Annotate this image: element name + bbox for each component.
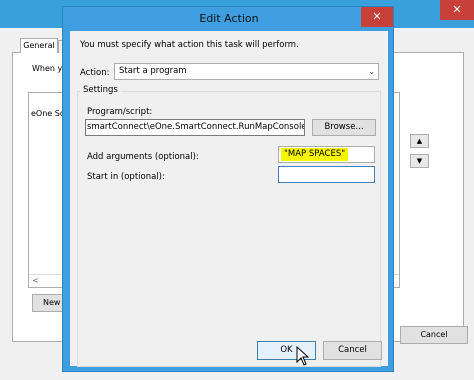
mouse-pointer-icon: [296, 345, 310, 369]
background-cancel-button[interactable]: Cancel: [400, 326, 468, 344]
move-up-icon[interactable]: ▲: [410, 134, 429, 148]
scroll-left-icon[interactable]: <: [29, 275, 42, 287]
add-arguments-input[interactable]: "MAP SPACES": [278, 146, 375, 163]
edit-action-dialog: Edit Action ✕ You must specify what acti…: [62, 6, 394, 372]
dialog-body: You must specify what action this task w…: [70, 31, 388, 367]
program-script-input[interactable]: smartConnect\eOne.SmartConnect.RunMapCon…: [85, 119, 305, 136]
dialog-title: Edit Action: [199, 12, 259, 25]
list-item[interactable]: eOne So: [31, 109, 65, 118]
start-in-input[interactable]: [278, 166, 375, 183]
tab-general[interactable]: General: [20, 38, 58, 53]
program-script-label: Program/script:: [87, 107, 153, 117]
start-in-label: Start in (optional):: [87, 172, 165, 182]
action-dropdown[interactable]: Start a program ⌄: [114, 63, 379, 80]
cancel-button[interactable]: Cancel: [323, 341, 382, 360]
action-value: Start a program: [119, 66, 187, 76]
chevron-down-icon: ⌄: [368, 67, 375, 76]
action-label: Action:: [80, 68, 110, 78]
add-arguments-label: Add arguments (optional):: [87, 152, 199, 162]
background-close-icon[interactable]: ✕: [440, 0, 474, 20]
move-down-icon[interactable]: ▼: [410, 154, 429, 168]
instruction-text: You must specify what action this task w…: [80, 40, 299, 50]
close-icon[interactable]: ✕: [361, 7, 393, 27]
arguments-value: "MAP SPACES": [281, 148, 349, 161]
background-description-text: When y: [32, 64, 63, 73]
browse-button[interactable]: Browse...: [312, 119, 376, 136]
settings-label: Settings: [80, 85, 121, 95]
